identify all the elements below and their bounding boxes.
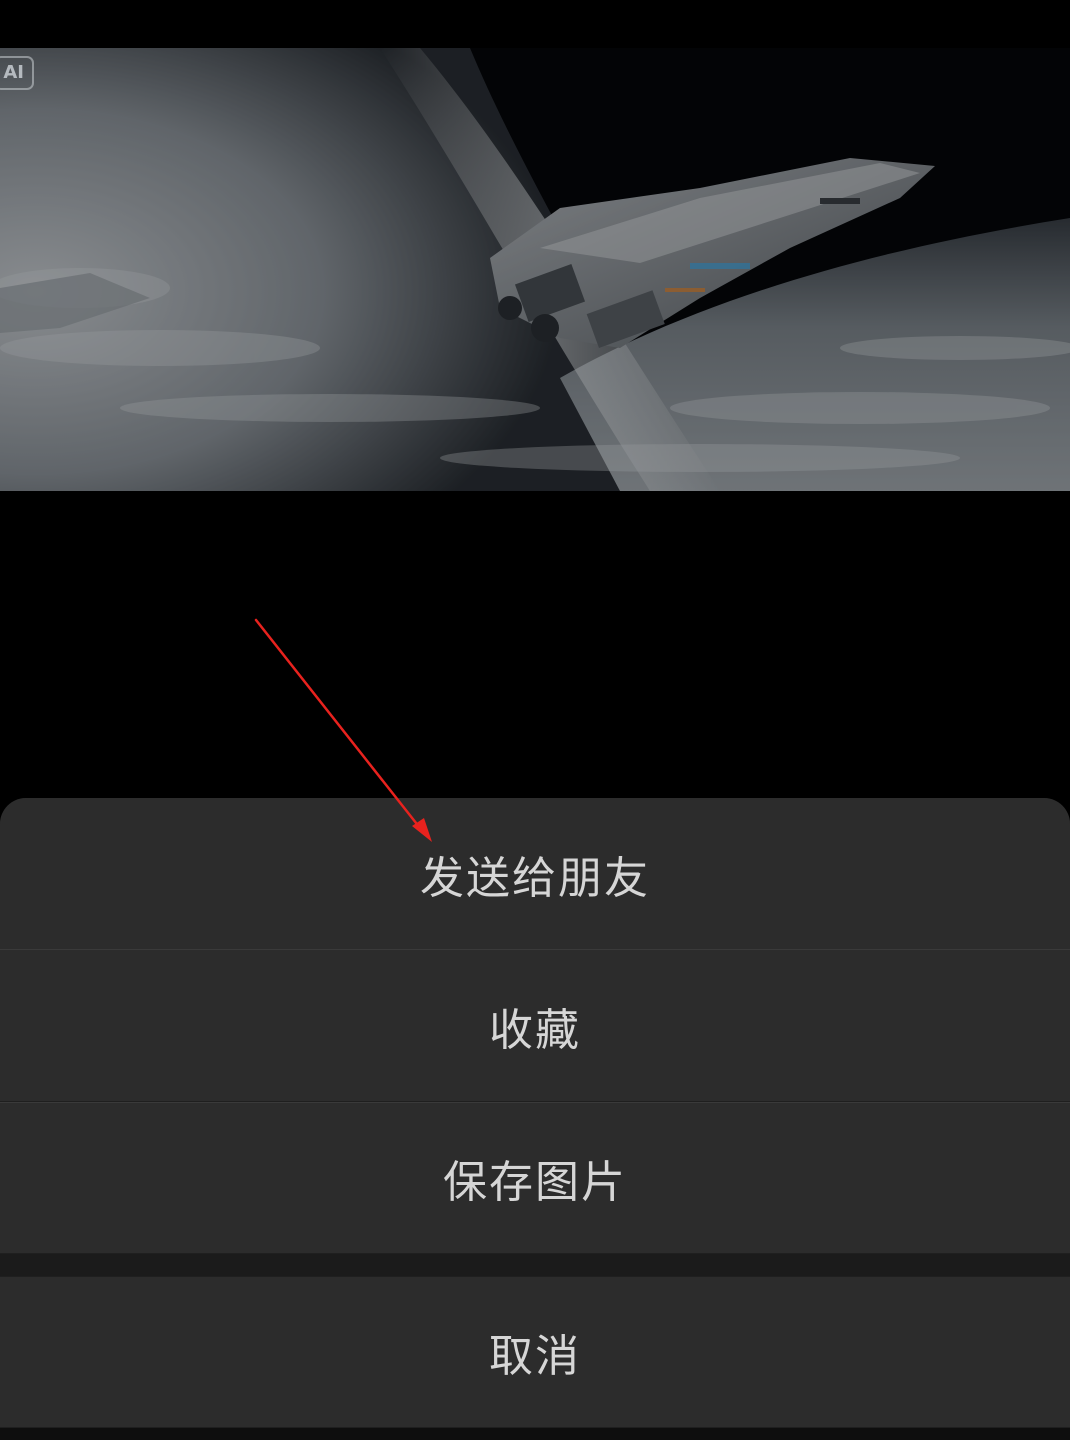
sheet-gap <box>0 1254 1070 1276</box>
save-image-button[interactable]: 保存图片 <box>0 1103 1070 1253</box>
action-sheet: 发送给朋友 收藏 保存图片 取消 <box>0 798 1070 1440</box>
ai-badge: AI <box>0 56 34 90</box>
image-preview[interactable]: AI <box>0 48 1070 491</box>
favorite-button[interactable]: 收藏 <box>0 950 1070 1101</box>
preview-dim-overlay <box>0 48 1070 491</box>
send-to-friend-button[interactable]: 发送给朋友 <box>0 798 1070 949</box>
home-indicator-area <box>0 1428 1070 1440</box>
screen: AI 发送给朋友 收藏 保存图片 取消 <box>0 0 1070 1440</box>
cancel-button[interactable]: 取消 <box>0 1277 1070 1427</box>
